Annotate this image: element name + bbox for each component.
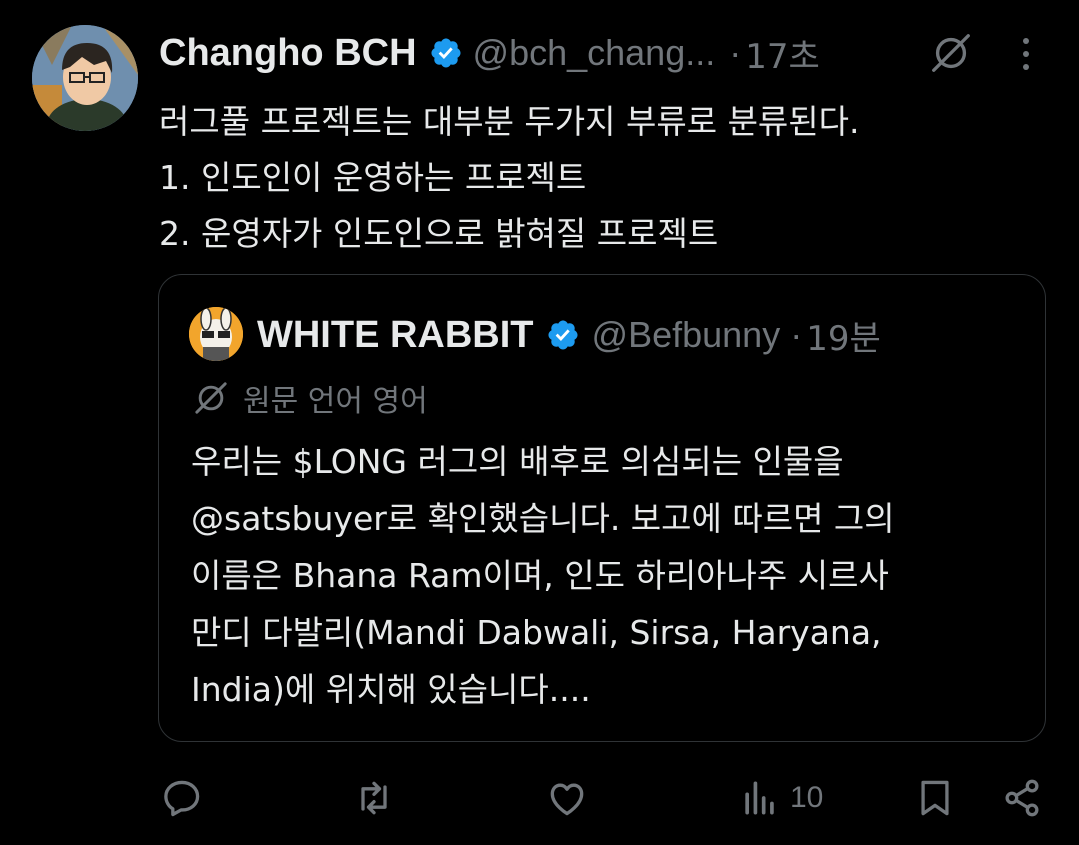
quoted-text: 우리는 $LONG 러그의 배후로 의심되는 인물을 @satsbuyer로 확…	[191, 433, 1041, 718]
share-icon	[1005, 779, 1039, 817]
tweet-timestamp[interactable]: 17초	[745, 29, 820, 78]
author-handle[interactable]: @bch_chang...	[473, 32, 716, 74]
author-name[interactable]: Changho BCH	[159, 32, 417, 75]
tweet-line: 2. 운영자가 인도인으로 밝혀질 프로젝트	[159, 214, 719, 253]
quoted-line: 만디 다발리(Mandi Dabwali, Sirsa, Haryana,	[191, 613, 882, 652]
original-language-label: 원문 언어 영어	[243, 384, 428, 419]
views-icon	[745, 781, 774, 815]
separator-dot: ·	[790, 314, 803, 355]
share-button[interactable]	[1000, 776, 1044, 820]
quoted-header: WHITE RABBIT @Befbunny · 19분	[257, 305, 1025, 365]
quoted-line: India)에 위치해 있습니다....	[191, 670, 591, 709]
original-language-note: 원문 언어 영어	[191, 375, 428, 421]
tweet-header: Changho BCH @bch_chang... · 17초	[159, 28, 1049, 78]
tweet-line: 러그풀 프로젝트는 대부분 두가지 부류로 분류된다.	[159, 102, 860, 141]
reply-icon	[164, 780, 200, 817]
author-avatar[interactable]	[32, 25, 138, 131]
quoted-author-handle[interactable]: @Befbunny	[592, 314, 781, 356]
retweet-icon	[361, 781, 387, 815]
verified-badge-icon	[431, 38, 461, 68]
quoted-line: 우리는 $LONG 러그의 배후로 의심되는 인물을	[191, 442, 844, 481]
quoted-author-name[interactable]: WHITE RABBIT	[257, 314, 534, 357]
quoted-timestamp[interactable]: 19분	[806, 311, 881, 360]
bookmark-icon	[921, 780, 949, 816]
views-button[interactable]: 10	[738, 776, 823, 820]
verified-badge-icon	[548, 320, 578, 350]
reply-button[interactable]	[160, 776, 204, 820]
bookmark-button[interactable]	[913, 776, 957, 820]
separator-dot: ·	[729, 32, 742, 73]
action-bar: 10	[0, 770, 1079, 826]
views-count: 10	[790, 781, 824, 814]
quoted-line: @satsbuyer로 확인했습니다. 보고에 따르면 그의	[191, 499, 895, 538]
translate-icon[interactable]	[928, 30, 974, 76]
like-button[interactable]	[545, 776, 589, 820]
like-icon	[550, 783, 584, 816]
tweet-text: 러그풀 프로젝트는 대부분 두가지 부류로 분류된다. 1. 인도인이 운영하는…	[159, 94, 1059, 262]
translate-icon	[195, 382, 227, 414]
more-icon[interactable]	[1012, 34, 1040, 74]
quoted-tweet[interactable]: WHITE RABBIT @Befbunny · 19분 원문 언어 영어 우리…	[158, 274, 1046, 742]
quoted-line: 이름은 Bhana Ram이며, 인도 하리아나주 시르사	[191, 556, 889, 595]
tweet-line: 1. 인도인이 운영하는 프로젝트	[159, 158, 587, 197]
retweet-button[interactable]	[352, 776, 396, 820]
quoted-author-avatar[interactable]	[189, 307, 243, 361]
